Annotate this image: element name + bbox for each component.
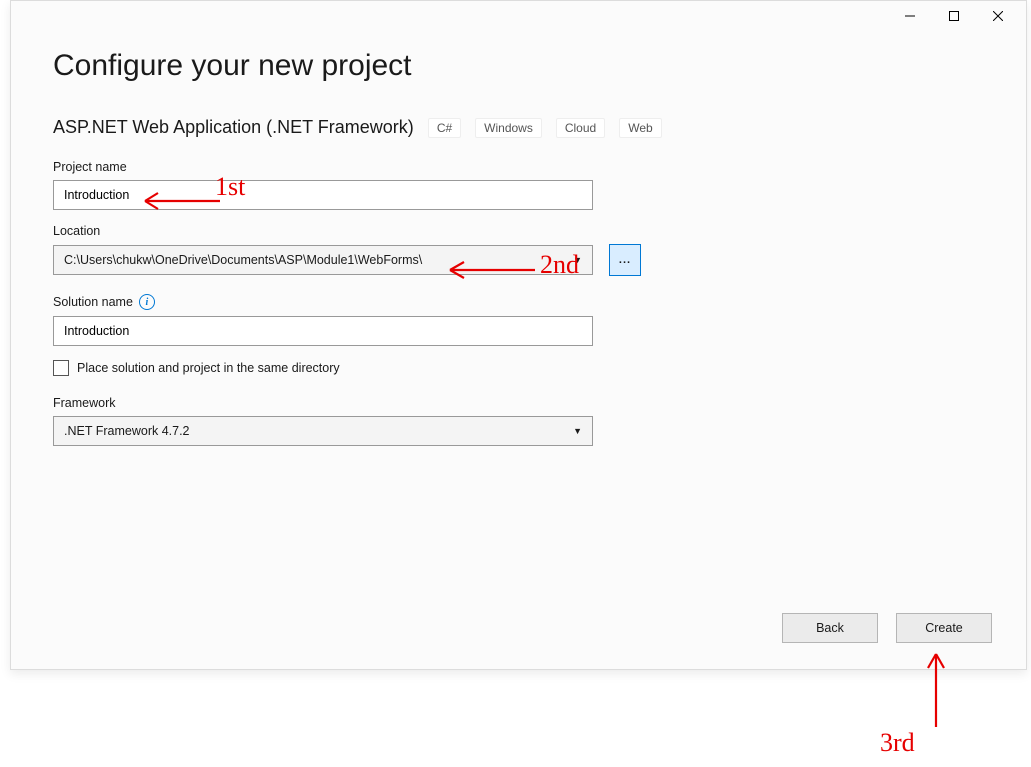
info-icon[interactable]: i [139,294,155,310]
template-subheading: ASP.NET Web Application (.NET Framework) [53,117,414,138]
close-button[interactable] [976,2,1020,30]
project-name-input[interactable] [53,180,593,210]
maximize-button[interactable] [932,2,976,30]
location-combo[interactable]: C:\Users\chukw\OneDrive\Documents\ASP\Mo… [53,245,593,275]
location-value: C:\Users\chukw\OneDrive\Documents\ASP\Mo… [64,253,422,267]
create-button[interactable]: Create [896,613,992,643]
same-directory-label: Place solution and project in the same d… [77,361,340,375]
location-label: Location [53,224,984,238]
chevron-down-icon: ▼ [573,255,582,265]
dialog-content: Configure your new project ASP.NET Web A… [11,31,1026,446]
tag-csharp: C# [428,118,461,138]
dialog-window: Configure your new project ASP.NET Web A… [10,0,1027,670]
browse-button[interactable]: ... [609,244,641,276]
back-button[interactable]: Back [782,613,878,643]
chevron-down-icon: ▼ [573,426,582,436]
titlebar [11,1,1026,31]
same-directory-checkbox[interactable] [53,360,69,376]
dialog-title: Configure your new project [53,49,984,83]
framework-combo[interactable]: .NET Framework 4.7.2 ▼ [53,416,593,446]
solution-name-label: Solution name [53,295,133,309]
tag-web: Web [619,118,661,138]
framework-value: .NET Framework 4.7.2 [64,424,190,438]
minimize-button[interactable] [888,2,932,30]
tag-windows: Windows [475,118,542,138]
project-name-label: Project name [53,160,984,174]
annotation-text-3: 3rd [880,728,915,758]
tag-cloud: Cloud [556,118,605,138]
solution-name-input[interactable] [53,316,593,346]
framework-label: Framework [53,396,984,410]
